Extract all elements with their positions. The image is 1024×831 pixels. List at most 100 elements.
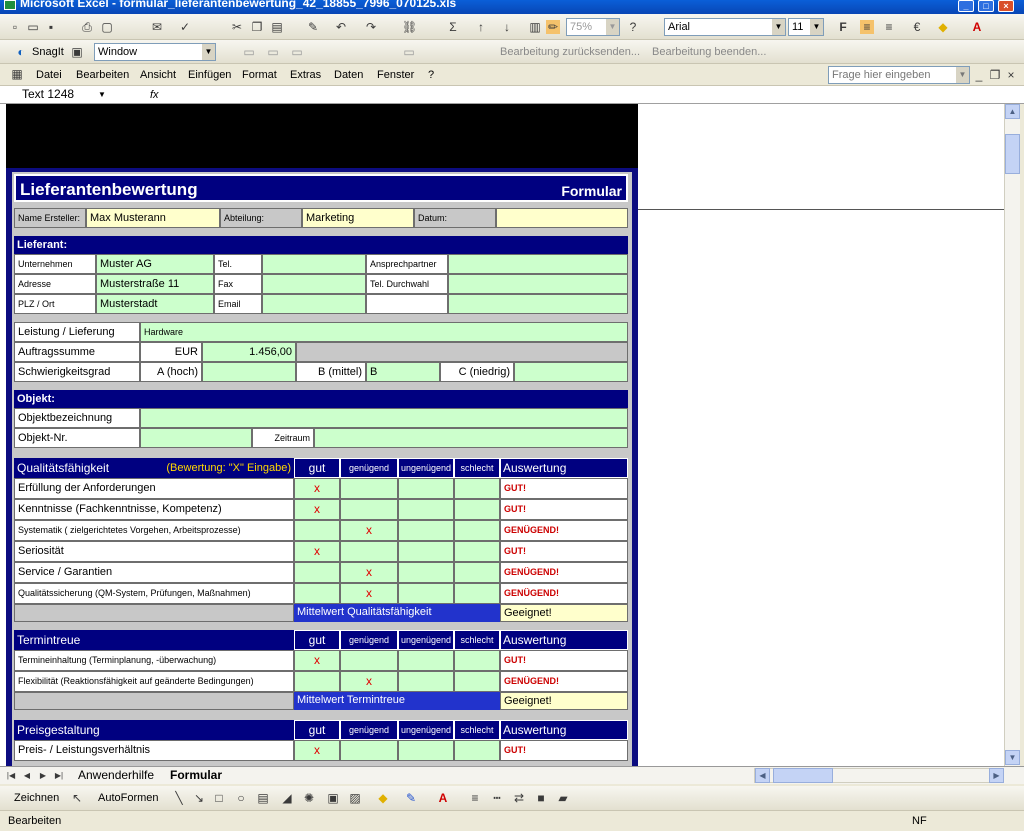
track-changes-icon[interactable]: ▭ [402, 45, 416, 59]
menu-ansicht[interactable]: Ansicht [140, 68, 176, 82]
open-folder-icon[interactable]: ▭ [26, 20, 40, 34]
next-sheet-icon[interactable]: ▶ [36, 769, 50, 783]
scroll-right-icon[interactable]: ▶ [989, 768, 1004, 783]
font-color-icon[interactable]: A [436, 791, 450, 805]
dash-style-icon[interactable]: ┅ [490, 791, 504, 805]
company-field[interactable]: Muster AG [96, 254, 214, 274]
quality-rating-cell[interactable] [398, 499, 454, 520]
service-field[interactable]: Hardware [140, 322, 628, 342]
arrow-style-icon[interactable]: ⇄ [512, 791, 526, 805]
object-number-field[interactable] [140, 428, 252, 448]
redo-icon[interactable]: ↷ [364, 20, 378, 34]
print-preview-icon[interactable]: ▢ [100, 20, 114, 34]
formula-input[interactable] [166, 88, 1016, 102]
excel-app-icon[interactable] [4, 0, 16, 10]
new-document-icon[interactable]: ▫ [8, 20, 22, 34]
vertical-scrollbar[interactable]: ▲ ▼ [1004, 104, 1020, 766]
deadline-rating-cell[interactable] [454, 671, 500, 692]
phone-field[interactable] [262, 254, 366, 274]
quality-rating-cell[interactable]: x [340, 520, 398, 541]
fax-field[interactable] [262, 274, 366, 294]
spellcheck-icon[interactable]: ✓ [178, 20, 192, 34]
deadline-rating-cell[interactable] [340, 650, 398, 671]
order-sum-field[interactable]: 1.456,00 [202, 342, 296, 362]
level-c-field[interactable] [514, 362, 628, 382]
menu-format[interactable]: Format [242, 68, 277, 82]
shadow-icon[interactable]: ■ [534, 791, 548, 805]
quality-rating-cell[interactable] [340, 541, 398, 562]
last-sheet-icon[interactable]: ▶| [52, 769, 66, 783]
help-search-input[interactable]: Frage hier eingeben ▼ [828, 66, 970, 84]
quality-rating-cell[interactable] [340, 499, 398, 520]
price-rating-cell[interactable] [398, 740, 454, 761]
drawing-icon[interactable]: ✏ [546, 20, 560, 34]
address-field[interactable]: Musterstraße 11 [96, 274, 214, 294]
sort-descending-icon[interactable]: ↓ [500, 20, 514, 34]
tab-formular[interactable]: Formular [170, 768, 222, 783]
contact-field[interactable] [448, 254, 628, 274]
quality-rating-cell[interactable] [454, 520, 500, 541]
draw-menu-button[interactable]: Zeichnen [14, 791, 59, 805]
end-review-button[interactable]: Bearbeitung beenden... [652, 45, 766, 59]
direct-dial-field[interactable] [448, 274, 628, 294]
quality-rating-cell[interactable] [294, 520, 340, 541]
creator-field[interactable]: Max Musterann [86, 208, 220, 228]
quality-rating-cell[interactable] [398, 520, 454, 541]
font-size-combo[interactable]: 11 ▼ [788, 18, 824, 36]
chevron-down-icon[interactable]: ▼ [202, 44, 215, 60]
menu-help[interactable]: ? [428, 68, 434, 82]
picture-icon[interactable]: ▨ [348, 791, 362, 805]
cut-icon[interactable]: ✂ [230, 20, 244, 34]
tab-anwenderhilfe[interactable]: Anwenderhilfe [78, 768, 154, 783]
sort-ascending-icon[interactable]: ↑ [474, 20, 488, 34]
euro-icon[interactable]: € [910, 20, 924, 34]
new-comment-icon[interactable]: ▭ [242, 45, 256, 59]
menu-fenster[interactable]: Fenster [377, 68, 414, 82]
quality-rating-cell[interactable]: x [294, 499, 340, 520]
quality-rating-cell[interactable] [454, 583, 500, 604]
name-box[interactable]: Text 1248 ▼ [6, 86, 114, 103]
price-rating-cell[interactable]: x [294, 740, 340, 761]
fill-color-icon[interactable]: ◆ [376, 791, 390, 805]
menu-daten[interactable]: Daten [334, 68, 363, 82]
price-rating-cell[interactable] [454, 740, 500, 761]
clipart-icon[interactable]: ▣ [326, 791, 340, 805]
minimize-button[interactable]: _ [958, 0, 974, 12]
chevron-down-icon[interactable]: ▼ [98, 86, 106, 103]
3d-icon[interactable]: ▰ [556, 791, 570, 805]
snagit-icon[interactable]: ◐ [14, 45, 28, 59]
quality-rating-cell[interactable] [294, 583, 340, 604]
font-color-icon[interactable]: A [970, 20, 984, 34]
quality-rating-cell[interactable] [294, 562, 340, 583]
oval-icon[interactable]: ○ [234, 791, 248, 805]
autosum-icon[interactable]: Σ [446, 20, 460, 34]
scroll-thumb[interactable] [1005, 134, 1020, 174]
save-icon[interactable]: ▪ [44, 20, 58, 34]
bold-icon[interactable]: F [836, 20, 850, 34]
horizontal-scrollbar[interactable]: ◀ ▶ [754, 768, 1004, 783]
previous-comment-icon[interactable]: ▭ [266, 45, 280, 59]
hyperlink-icon[interactable]: ⛓ [402, 20, 417, 34]
chevron-down-icon[interactable]: ▼ [606, 19, 619, 35]
print-icon[interactable]: ⎙ [80, 20, 94, 34]
line-style-icon[interactable]: ≡ [468, 791, 482, 805]
scroll-down-icon[interactable]: ▼ [1005, 750, 1020, 765]
align-center-icon[interactable]: ≡ [882, 20, 896, 34]
deadline-rating-cell[interactable] [398, 671, 454, 692]
snagit-settings-icon[interactable]: ▣ [70, 45, 84, 59]
wordart-icon[interactable]: ◢ [280, 791, 294, 805]
align-left-icon[interactable]: ≡ [860, 20, 874, 34]
next-comment-icon[interactable]: ▭ [290, 45, 304, 59]
fill-color-icon[interactable]: ◆ [936, 20, 950, 34]
quality-rating-cell[interactable] [454, 541, 500, 562]
document-icon[interactable]: ▦ [10, 67, 24, 81]
doc-close-icon[interactable]: × [1004, 68, 1018, 82]
snagit-mode-combo[interactable]: Window ▼ [94, 43, 216, 61]
quality-rating-cell[interactable] [454, 499, 500, 520]
quality-rating-cell[interactable] [454, 562, 500, 583]
quality-rating-cell[interactable] [340, 478, 398, 499]
zoom-combo[interactable]: 75% ▼ [566, 18, 620, 36]
quality-rating-cell[interactable] [454, 478, 500, 499]
quality-rating-cell[interactable] [398, 478, 454, 499]
doc-minimize-icon[interactable]: _ [972, 68, 986, 82]
